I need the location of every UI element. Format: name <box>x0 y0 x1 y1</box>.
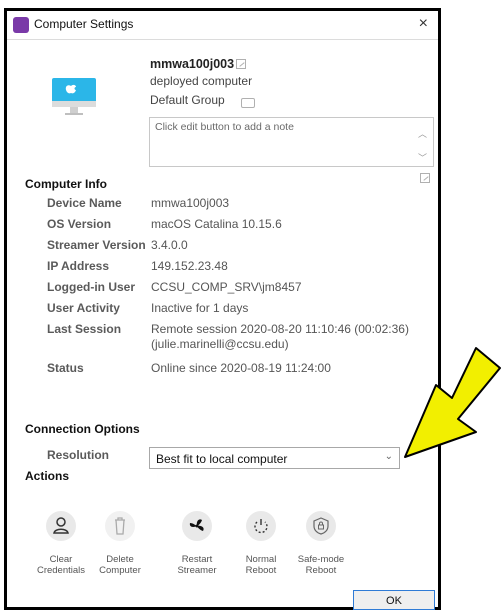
annotation-arrow-icon <box>404 347 501 458</box>
